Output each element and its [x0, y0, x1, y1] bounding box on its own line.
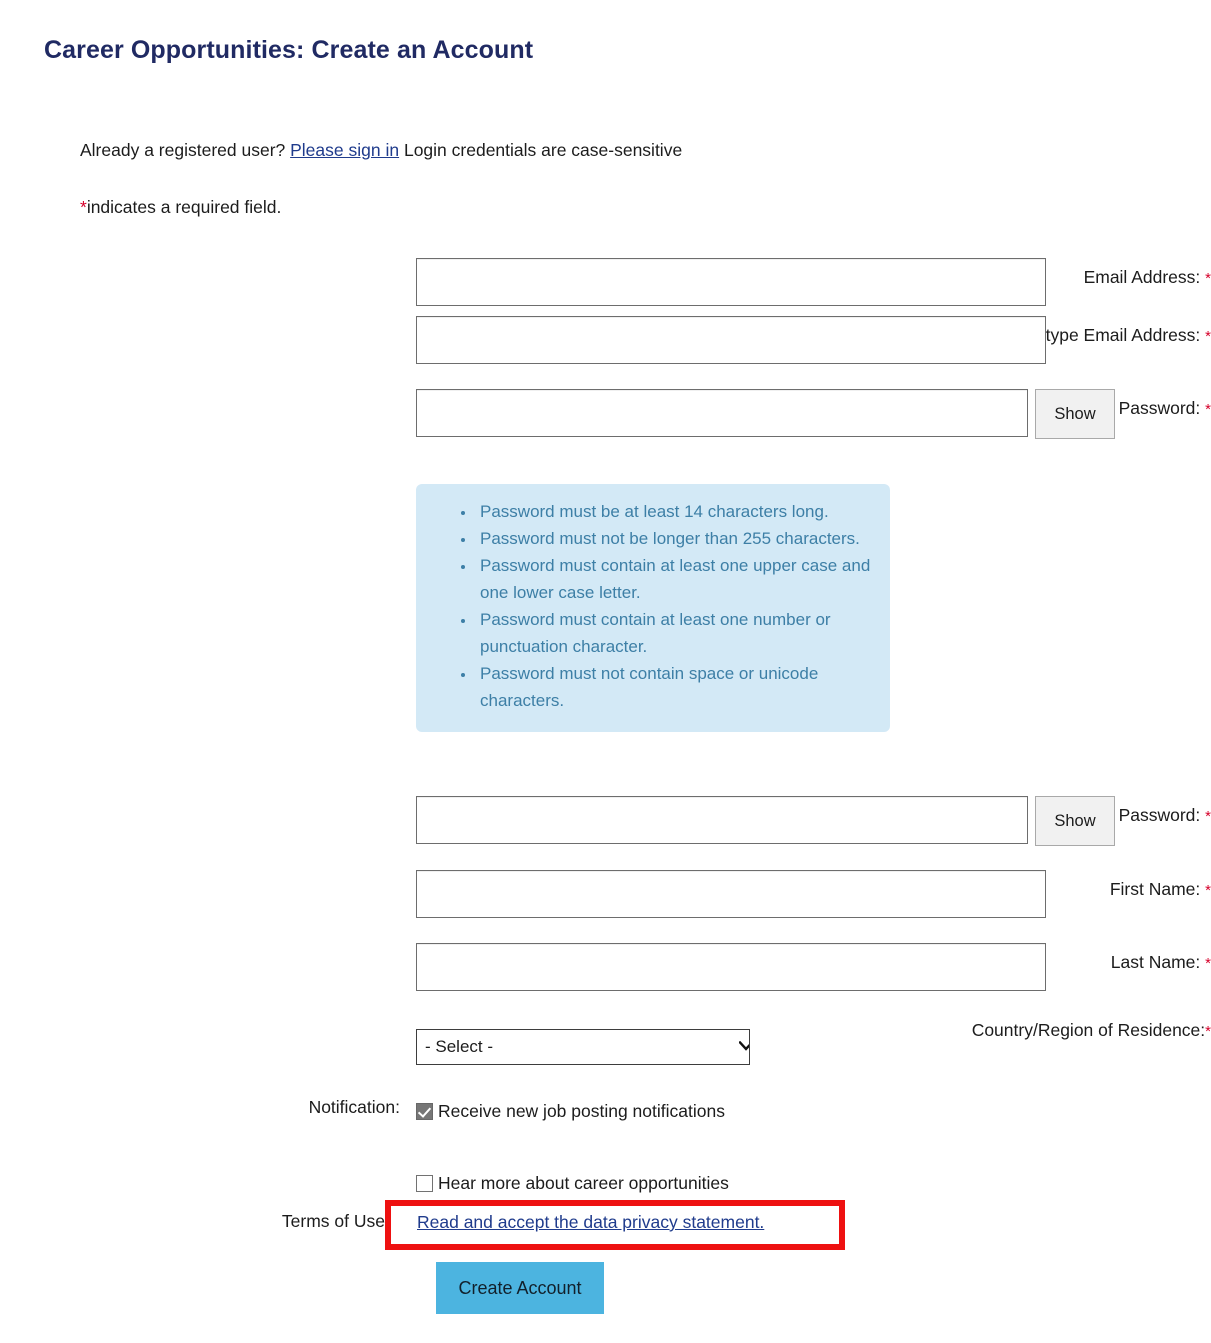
required-asterisk: * — [1205, 270, 1211, 287]
show-password-button[interactable]: Show — [1035, 389, 1115, 439]
notification-option-1[interactable]: Receive new job posting notifications — [416, 1101, 725, 1122]
required-asterisk: * — [1205, 328, 1211, 345]
label-notification: Notification: — [308, 1097, 400, 1117]
retype-password-input[interactable] — [416, 796, 1028, 844]
label-retype-email-address-text: Retype Email Address: — [1023, 325, 1201, 345]
receive-job-notifications-label: Receive new job posting notifications — [438, 1101, 725, 1121]
signin-prompt-text: Already a registered user? — [80, 140, 286, 160]
label-country-region-text: Country/Region of Residence: — [971, 1020, 1206, 1040]
field-wrap-retype-password — [416, 796, 1028, 844]
retype-email-address-input[interactable] — [416, 316, 1046, 364]
field-wrap-last-name — [416, 943, 1046, 991]
form-row-country: Country/Region of Residence:* - Select - — [0, 1009, 1211, 1089]
data-privacy-statement-link[interactable]: Read and accept the data privacy stateme… — [417, 1212, 764, 1233]
field-wrap-choose-password — [416, 389, 1028, 437]
required-asterisk: * — [1205, 882, 1211, 899]
form-row-choose-password: Choose Password: * Show — [0, 389, 1211, 449]
form-row-last-name: Last Name: * — [0, 943, 1211, 1009]
receive-job-notifications-checkbox[interactable] — [416, 1103, 433, 1120]
last-name-input[interactable] — [416, 943, 1046, 991]
country-select-value: - Select - — [425, 1037, 494, 1056]
required-field-note: *indicates a required field. — [80, 197, 281, 218]
form-row-first-name: First Name: * — [0, 870, 1211, 943]
create-account-form: Email Address: * Retype Email Address: *… — [0, 258, 1211, 449]
list-item: Password must contain at least one numbe… — [476, 606, 872, 660]
list-item: Password must contain at least one upper… — [476, 552, 872, 606]
show-retype-password-button[interactable]: Show — [1035, 796, 1115, 846]
please-sign-in-link[interactable]: Please sign in — [290, 140, 399, 160]
password-requirements-panel: Password must be at least 14 characters … — [416, 484, 890, 732]
field-wrap-retype-email — [416, 316, 1046, 364]
create-account-button[interactable]: Create Account — [436, 1262, 604, 1314]
list-item: Password must not be longer than 255 cha… — [476, 525, 872, 552]
label-country-region: Country/Region of Residence:* — [811, 1020, 1211, 1041]
required-asterisk: * — [1205, 401, 1211, 418]
field-wrap-email — [416, 258, 1046, 306]
hear-more-opportunities-checkbox[interactable] — [416, 1175, 433, 1192]
list-item: Password must not contain space or unico… — [476, 660, 872, 714]
required-asterisk: * — [1205, 1023, 1211, 1040]
page-title: Career Opportunities: Create an Account — [44, 36, 534, 64]
list-item: Password must be at least 14 characters … — [476, 498, 872, 525]
label-terms-of-use: Terms of Use — [281, 1211, 385, 1231]
label-first-name-text: First Name: — [1109, 879, 1201, 899]
signin-prompt: Already a registered user? Please sign i… — [80, 140, 682, 161]
form-row-email: Email Address: * — [0, 258, 1211, 316]
country-select-wrap: - Select - — [416, 1029, 750, 1065]
email-address-input[interactable] — [416, 258, 1046, 306]
notification-option-2[interactable]: Hear more about career opportunities — [416, 1173, 729, 1194]
form-row-retype-email: Retype Email Address: * — [0, 316, 1211, 389]
required-asterisk: * — [80, 197, 87, 217]
create-account-form-lower: Retype Password: * Show First Name: * La… — [0, 796, 1211, 1089]
hear-more-opportunities-label: Hear more about career opportunities — [438, 1173, 729, 1193]
password-requirements-list: Password must be at least 14 characters … — [434, 498, 872, 714]
case-sensitive-note: Login credentials are case-sensitive — [403, 140, 683, 160]
choose-password-input[interactable] — [416, 389, 1028, 437]
label-last-name-text: Last Name: — [1110, 952, 1201, 972]
form-row-retype-password: Retype Password: * Show — [0, 796, 1211, 870]
required-asterisk: * — [1205, 955, 1211, 972]
required-note-text: indicates a required field. — [86, 197, 282, 217]
label-email-address-text: Email Address: — [1083, 267, 1201, 287]
field-wrap-first-name — [416, 870, 1046, 918]
country-select[interactable]: - Select - — [416, 1029, 750, 1065]
first-name-input[interactable] — [416, 870, 1046, 918]
required-asterisk: * — [1205, 808, 1211, 825]
